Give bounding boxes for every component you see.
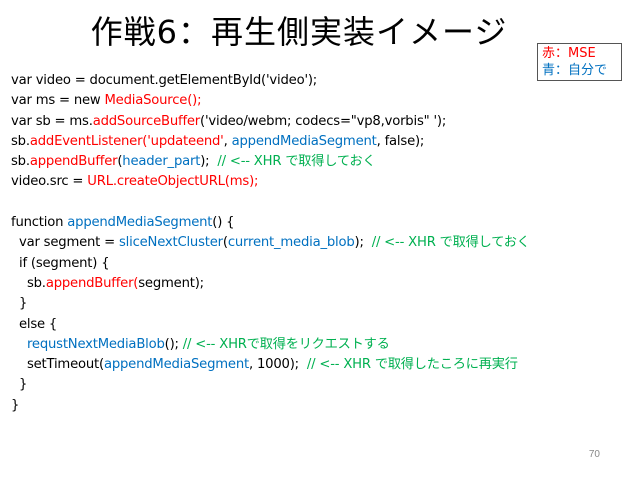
code-token: requstNextMediaBlob xyxy=(26,336,165,352)
code-token: , xyxy=(223,133,232,149)
code-token: MediaSource(); xyxy=(104,93,202,109)
code-line: setTimeout(appendMediaSegment, 1000); //… xyxy=(11,355,631,375)
code-token: appendMediaSegment xyxy=(231,133,377,149)
code-line: } xyxy=(11,396,631,416)
code-token: // <-- XHRで取得をリクエストする xyxy=(182,336,390,352)
code-line: } xyxy=(11,294,631,314)
code-token: var ms = new xyxy=(11,93,105,109)
code-line: sb.appendBuffer(header_part); // <-- XHR… xyxy=(11,152,631,172)
code-token: var segment = xyxy=(11,235,119,251)
code-token: } xyxy=(11,397,20,413)
code-token: addEventListener('updateend' xyxy=(29,133,224,149)
code-token: current_media_blob xyxy=(227,235,355,251)
code-token: segment); xyxy=(138,275,204,291)
code-token: } xyxy=(11,377,28,393)
code-token: addSourceBuffer xyxy=(92,113,201,129)
code-line: requstNextMediaBlob(); // <-- XHRで取得をリクエ… xyxy=(11,335,631,355)
code-line: video.src = URL.createObjectURL(ms); xyxy=(11,172,631,192)
code-line: var video = document.getElementById('vid… xyxy=(11,71,631,91)
code-line: if (segment) { xyxy=(11,254,631,274)
code-line: else { xyxy=(11,315,631,335)
code-token: sb. xyxy=(11,154,30,170)
code-token: appendMediaSegment xyxy=(103,357,249,373)
code-token: sb. xyxy=(11,133,30,149)
code-token: , 1000); xyxy=(248,357,307,373)
code-token: var sb = ms. xyxy=(11,113,93,129)
code-line: sb.appendBuffer(segment); xyxy=(11,274,631,294)
legend-red: 赤：MSE xyxy=(542,46,596,61)
code-token: ('video/webm; codecs="vp8,vorbis" '); xyxy=(200,113,447,129)
code-token: ); xyxy=(354,235,372,251)
code-line: function appendMediaSegment() { xyxy=(11,213,631,233)
code-token: sliceNextCluster xyxy=(118,235,223,251)
code-token: header_part xyxy=(122,154,201,170)
code-token: video.src = xyxy=(11,174,88,190)
code-token: if (segment) { xyxy=(11,255,110,271)
code-token: appendBuffer( xyxy=(45,275,139,291)
code-token: sb. xyxy=(11,275,46,291)
code-token: // <-- XHR で取得しておく xyxy=(217,154,376,170)
code-token: setTimeout( xyxy=(11,357,104,373)
code-token: } xyxy=(11,296,28,312)
code-line: var sb = ms.addSourceBuffer('video/webm;… xyxy=(11,112,631,132)
code-token: (); xyxy=(164,336,183,352)
code-token: else { xyxy=(11,316,58,332)
code-block: var video = document.getElementById('vid… xyxy=(11,71,631,416)
code-line: } xyxy=(11,375,631,395)
code-token: URL.createObjectURL(ms); xyxy=(87,174,259,190)
code-token: , false); xyxy=(376,133,425,149)
code-line: var segment = sliceNextCluster(current_m… xyxy=(11,233,631,253)
slide: 作戦6：再生側実装イメージ 赤：MSE 青：自分で var video = do… xyxy=(0,0,638,479)
code-line: sb.addEventListener('updateend', appendM… xyxy=(11,132,631,152)
page-number: 70 xyxy=(588,449,600,460)
code-token: () { xyxy=(212,215,235,231)
code-token: ); xyxy=(200,154,218,170)
code-token: var video = document.getElementById('vid… xyxy=(11,73,318,88)
code-token: appendMediaSegment xyxy=(67,215,213,231)
code-token: appendBuffer xyxy=(29,154,118,170)
code-token: function xyxy=(11,215,68,231)
code-token: // <-- XHR で取得しておく xyxy=(371,235,530,251)
code-token: // <-- XHR で取得したころに再実行 xyxy=(306,357,518,373)
code-line: var ms = new MediaSource(); xyxy=(11,91,631,111)
